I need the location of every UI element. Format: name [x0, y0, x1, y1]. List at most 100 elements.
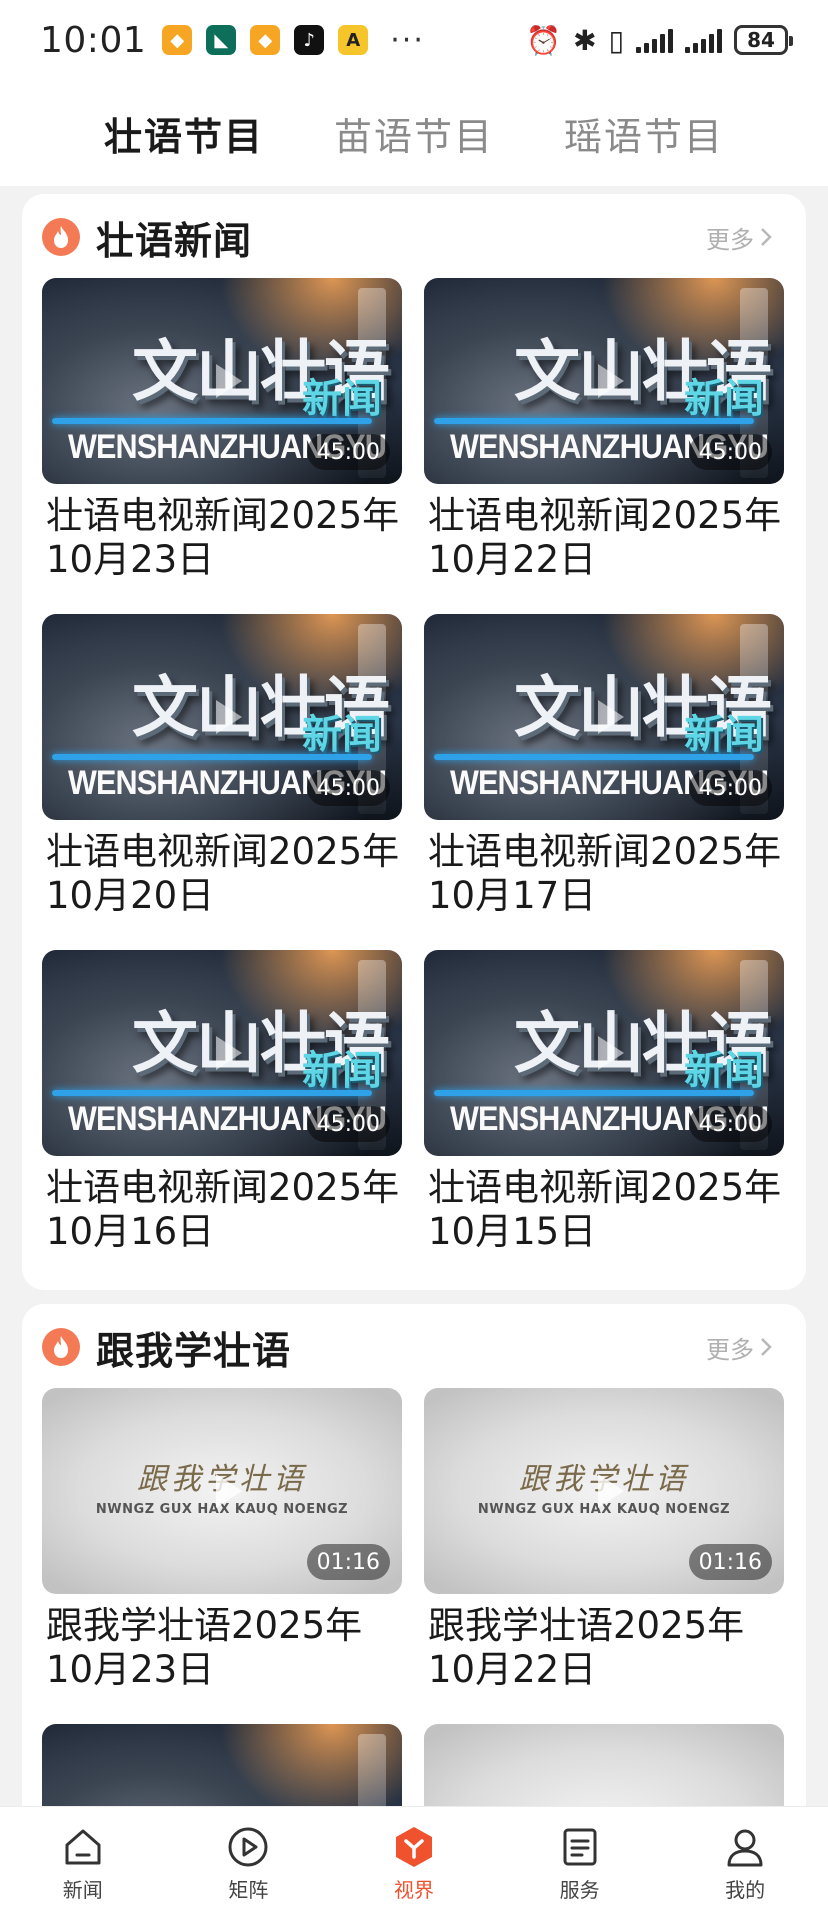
video-thumbnail[interactable]: 文山壮语 新闻 WENSHANZHUANGYU 45:00 — [424, 950, 784, 1156]
yellow-app-icon: A — [338, 25, 369, 55]
nav-service[interactable]: 服务 — [520, 1824, 640, 1903]
green-app-icon: ◣ — [206, 25, 237, 55]
notification-apps: ◆ ◣ ◆ ♪ A ··· — [162, 23, 425, 58]
play-icon — [598, 1036, 624, 1070]
video-card[interactable]: 跟我学壮语 NWNGZ GUX HAX KAUQ NOENGZ 01:16 跟我… — [424, 1388, 784, 1724]
system-status: ⏰ ✱ ▯ 84 — [526, 23, 793, 57]
thumbnail-logo-accent: 新闻 — [302, 712, 382, 758]
video-title[interactable]: 壮语电视新闻2025年10月22日 — [428, 494, 784, 582]
chevron-right-icon — [761, 1338, 772, 1356]
nav-label: 矩阵 — [228, 1878, 269, 1902]
play-icon — [598, 1474, 624, 1508]
section-title: 壮语新闻 — [96, 218, 253, 263]
duration-badge: 45:00 — [688, 434, 772, 470]
more-link[interactable]: 更多 — [706, 220, 772, 255]
nav-label: 视界 — [393, 1878, 434, 1902]
video-card[interactable]: 文山壮语 新闻 WENSHANZHUANGYU 45:00 壮语电视新闻2025… — [424, 950, 784, 1286]
play-icon — [216, 700, 242, 734]
bluetooth-icon: ✱ — [573, 23, 597, 57]
thumbnail-logo-accent: 新闻 — [684, 376, 764, 422]
play-icon — [216, 1474, 242, 1508]
video-title[interactable]: 壮语电视新闻2025年10月23日 — [46, 494, 402, 582]
chevron-right-icon — [761, 228, 772, 246]
nav-matrix[interactable]: 矩阵 — [188, 1824, 308, 1903]
more-link[interactable]: 更多 — [706, 1330, 772, 1365]
video-grid: 跟我学壮语 NWNGZ GUX HAX KAUQ NOENGZ 01:16 跟我… — [42, 1388, 784, 1920]
thumbnail-logo-accent: 新闻 — [302, 376, 382, 422]
duration-badge: 01:16 — [306, 1544, 390, 1580]
video-thumbnail[interactable]: 文山壮语 新闻 WENSHANZHUANGYU 45:00 — [42, 950, 402, 1156]
nav-mine[interactable]: 我的 — [685, 1824, 805, 1903]
play-icon — [598, 364, 624, 398]
more-notifications-icon: ··· — [390, 22, 425, 58]
thumbnail-logo-accent: 新闻 — [684, 712, 764, 758]
video-title[interactable]: 壮语电视新闻2025年10月20日 — [46, 830, 402, 918]
vision-icon — [391, 1824, 437, 1870]
video-title[interactable]: 壮语电视新闻2025年10月16日 — [46, 1166, 402, 1254]
document-icon — [557, 1824, 603, 1870]
video-thumbnail[interactable]: 跟我学壮语 NWNGZ GUX HAX KAUQ NOENGZ 01:16 — [42, 1388, 402, 1594]
section-header: 壮语新闻 更多 — [42, 212, 786, 263]
orange-app-icon: ◆ — [162, 25, 193, 55]
thumbnail-logo-accent: 新闻 — [684, 1048, 764, 1094]
video-card[interactable]: 跟我学壮语 NWNGZ GUX HAX KAUQ NOENGZ 01:16 跟我… — [42, 1388, 402, 1724]
tab-miao[interactable]: 苗语节目 — [330, 96, 498, 171]
video-title[interactable]: 跟我学壮语2025年10月23日 — [46, 1604, 402, 1692]
section-header: 跟我学壮语 更多 — [42, 1322, 786, 1373]
video-thumbnail[interactable]: 跟我学壮语 NWNGZ GUX HAX KAUQ NOENGZ 01:16 — [424, 1388, 784, 1594]
section-title: 跟我学壮语 — [96, 1328, 292, 1373]
tab-zhuang[interactable]: 壮语节目 — [100, 96, 268, 171]
thumbnail-bar — [52, 1090, 372, 1096]
nav-label: 新闻 — [62, 1878, 103, 1902]
duration-badge: 45:00 — [688, 770, 772, 806]
video-card[interactable]: 文山壮语 新闻 WENSHANZHUANGYU 45:00 壮语电视新闻2025… — [42, 278, 402, 614]
tiktok-icon: ♪ — [294, 25, 325, 55]
duration-badge: 45:00 — [306, 434, 390, 470]
thumbnail-bar — [52, 418, 372, 424]
video-thumbnail[interactable]: 文山壮语 新闻 WENSHANZHUANGYU 45:00 — [424, 614, 784, 820]
battery-icon: 84 — [734, 25, 793, 55]
thumbnail-logo-accent: 新闻 — [302, 1048, 382, 1094]
video-thumbnail[interactable]: 文山壮语 新闻 WENSHANZHUANGYU 45:00 — [424, 278, 784, 484]
video-title[interactable]: 跟我学壮语2025年10月22日 — [428, 1604, 784, 1692]
more-label: 更多 — [706, 225, 754, 254]
video-card[interactable]: 文山壮语 新闻 WENSHANZHUANGYU 45:00 壮语电视新闻2025… — [424, 278, 784, 614]
play-icon — [598, 700, 624, 734]
video-card[interactable]: 文山壮语 新闻 WENSHANZHUANGYU 45:00 壮语电视新闻2025… — [42, 614, 402, 950]
thumbnail-bar — [434, 1090, 754, 1096]
duration-badge: 45:00 — [688, 1106, 772, 1142]
user-icon — [722, 1824, 768, 1870]
signal-icon — [685, 27, 722, 53]
video-thumbnail[interactable]: 文山壮语 新闻 WENSHANZHUANGYU 45:00 — [42, 614, 402, 820]
video-card[interactable]: 文山壮语 新闻 WENSHANZHUANGYU 45:00 壮语电视新闻2025… — [42, 950, 402, 1286]
video-thumbnail[interactable]: 文山壮语 新闻 WENSHANZHUANGYU 45:00 — [42, 278, 402, 484]
tab-yao[interactable]: 瑶语节目 — [560, 96, 728, 171]
more-label: 更多 — [706, 1335, 754, 1364]
bottom-nav: 新闻 矩阵 视界 服务 我的 — [0, 1806, 828, 1920]
play-icon — [216, 364, 242, 398]
home-icon — [60, 1824, 106, 1870]
nav-vision[interactable]: 视界 — [354, 1824, 474, 1903]
fire-icon — [42, 1328, 80, 1366]
video-title[interactable]: 壮语电视新闻2025年10月15日 — [428, 1166, 784, 1254]
video-card[interactable]: 文山壮语 新闻 WENSHANZHUANGYU 45:00 壮语电视新闻2025… — [424, 614, 784, 950]
play-circle-icon — [225, 1824, 271, 1870]
thumbnail-bar — [52, 754, 372, 760]
section-zhuang-news: 壮语新闻 更多 文山壮语 新闻 WENSHANZHUANGYU 45:00 壮语… — [22, 194, 806, 1290]
signal-icon — [636, 27, 673, 53]
duration-badge: 45:00 — [306, 1106, 390, 1142]
vibrate-icon: ▯ — [608, 23, 624, 57]
video-grid: 文山壮语 新闻 WENSHANZHUANGYU 45:00 壮语电视新闻2025… — [42, 278, 784, 1286]
video-title[interactable]: 壮语电视新闻2025年10月17日 — [428, 830, 784, 918]
thumbnail-bar — [434, 754, 754, 760]
orange-app-icon: ◆ — [250, 25, 281, 55]
status-time: 10:01 — [40, 19, 147, 61]
duration-badge: 45:00 — [306, 770, 390, 806]
nav-label: 服务 — [559, 1878, 600, 1902]
fire-icon — [42, 218, 80, 256]
nav-news[interactable]: 新闻 — [23, 1824, 143, 1903]
thumbnail-bar — [434, 418, 754, 424]
status-bar: 10:01 ◆ ◣ ◆ ♪ A ··· ⏰ ✱ ▯ 84 — [0, 0, 828, 80]
alarm-icon: ⏰ — [526, 23, 562, 57]
duration-badge: 01:16 — [688, 1544, 772, 1580]
